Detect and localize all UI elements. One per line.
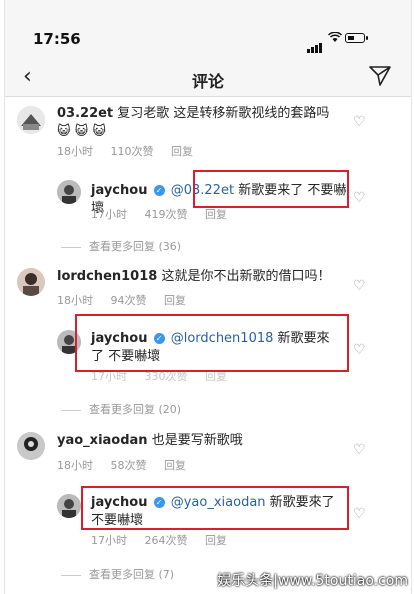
avatar[interactable] — [57, 494, 81, 518]
comment-username[interactable]: 03.22et — [57, 106, 113, 121]
divider-line — [61, 246, 81, 248]
view-more-label: 查看更多回复 (36) — [89, 240, 182, 253]
divider-line — [61, 409, 81, 411]
comment-meta: 18小时 110次赞 回复 — [57, 143, 207, 159]
comment-body: 这就是你不出新歌的借口吗！ — [161, 269, 331, 284]
status-bar: 17:56 — [5, 0, 411, 58]
heart-icon[interactable]: ♡ — [353, 278, 366, 294]
reply-button[interactable]: 回复 — [205, 534, 227, 547]
reply-username[interactable]: jaychou — [91, 183, 147, 198]
comment-username[interactable]: lordchen1018 — [57, 269, 157, 284]
view-more-label: 查看更多回复 (20) — [89, 403, 182, 416]
view-more-label: 查看更多回复 (7) — [89, 568, 175, 581]
comment-body: 复习老歌 这是转移新歌视线的套路吗 — [117, 106, 330, 121]
verified-badge-icon: ✓ — [153, 185, 165, 196]
heart-icon[interactable]: ♡ — [353, 506, 366, 522]
wifi-icon — [328, 32, 342, 42]
highlight-box — [193, 170, 349, 208]
reply-meta: 17小时 264次赞 回复 — [91, 532, 241, 548]
heart-icon[interactable]: ♡ — [353, 190, 366, 206]
reply-button[interactable]: 回复 — [164, 459, 186, 472]
comment-likes[interactable]: 94次赞 — [111, 294, 147, 307]
highlight-box — [81, 486, 349, 530]
comment-likes[interactable]: 110次赞 — [111, 145, 154, 158]
send-icon[interactable] — [369, 66, 391, 86]
status-time: 17:56 — [33, 30, 81, 48]
heart-icon[interactable]: ♡ — [353, 342, 366, 358]
watermark-text: 娱乐头条|www.5toutiao.com — [217, 573, 408, 589]
navigation-bar: ‹ 评论 — [5, 58, 411, 97]
reply-button[interactable]: 回复 — [164, 294, 186, 307]
avatar[interactable] — [57, 180, 81, 204]
reply-likes[interactable]: 419次赞 — [145, 208, 188, 221]
comment-text: 03.22et 复习老歌 这是转移新歌视线的套路吗 😺 😺 😺 — [57, 105, 357, 141]
reply-likes[interactable]: 264次赞 — [145, 534, 188, 547]
heart-icon[interactable]: ♡ — [353, 114, 366, 130]
comment-emoji: 😺 😺 😺 — [57, 124, 106, 139]
avatar[interactable] — [17, 268, 45, 296]
reply-time: 17小时 — [91, 208, 127, 221]
reply-meta: 17小时 419次赞 回复 — [91, 206, 241, 222]
battery-icon — [345, 33, 365, 43]
phone-screen: 17:56 ‹ 评论 03.22et 复习老歌 这是转移新歌视线的套路吗 😺 😺… — [4, 0, 412, 594]
reply-button[interactable]: 回复 — [171, 145, 193, 158]
comment-meta: 18小时 58次赞 回复 — [57, 457, 200, 473]
comment-likes[interactable]: 58次赞 — [111, 459, 147, 472]
reply-button[interactable]: 回复 — [205, 208, 227, 221]
comment-meta: 18小时 94次赞 回复 — [57, 292, 200, 308]
signal-icon — [307, 34, 323, 53]
comment-time: 18小时 — [57, 145, 93, 158]
view-more-replies[interactable]: 查看更多回复 (7) — [61, 566, 174, 582]
avatar[interactable] — [17, 432, 45, 460]
divider-line — [61, 574, 81, 576]
page-title: 评论 — [191, 72, 224, 91]
comment-text: yao_xiaodan 也是要写新歌哦 — [57, 432, 357, 450]
battery-tip — [366, 36, 368, 40]
view-more-replies[interactable]: 查看更多回复 (36) — [61, 238, 181, 254]
view-more-replies[interactable]: 查看更多回复 (20) — [61, 401, 181, 417]
comment-time: 18小时 — [57, 294, 93, 307]
comment-username[interactable]: yao_xiaodan — [57, 433, 148, 448]
heart-icon[interactable]: ♡ — [353, 442, 366, 458]
avatar[interactable] — [17, 106, 45, 134]
highlight-box — [75, 314, 349, 372]
comment-body: 也是要写新歌哦 — [151, 433, 243, 448]
comment-time: 18小时 — [57, 459, 93, 472]
reply-time: 17小时 — [91, 534, 127, 547]
comment-text: lordchen1018 这就是你不出新歌的借口吗！ — [57, 268, 357, 286]
